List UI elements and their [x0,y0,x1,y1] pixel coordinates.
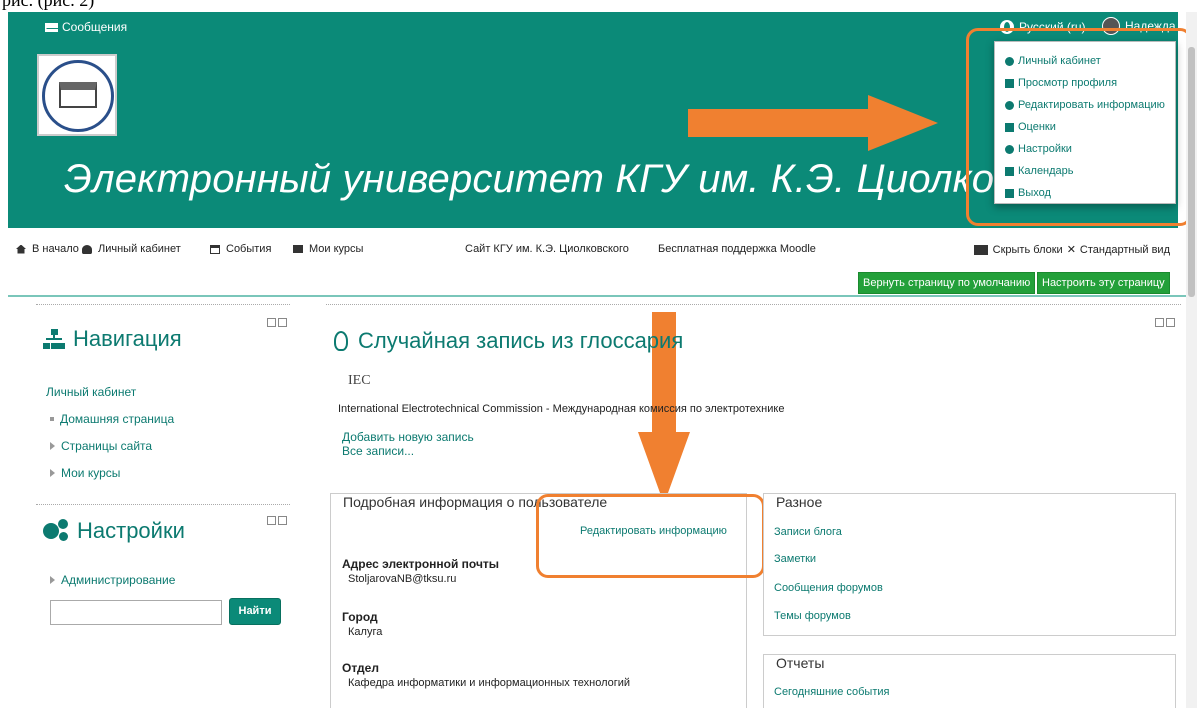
reports-title: Отчеты [776,655,825,671]
briefcase-icon [293,245,303,253]
dock-icon[interactable] [1166,318,1175,327]
nav-dashboard-label: Личный кабинет [98,243,181,255]
gears-icon [43,519,69,543]
reports-panel: Отчеты [763,654,1176,708]
annotation-highlight-menu [966,28,1192,226]
nav-home[interactable]: В начало [16,243,79,255]
department-value: Кафедра информатики и информационных тех… [348,677,631,689]
nav-tree-site-pages[interactable]: Страницы сайта [46,432,174,459]
nav-moodle-support-label: Бесплатная поддержка Moodle [658,243,816,255]
navbar-divider [8,295,1186,297]
navigation-block-title: Навигация [43,326,182,352]
lightbulb-icon [334,331,348,351]
dock-icon[interactable] [278,516,287,525]
department-label: Отдел [342,661,379,675]
navigation-block-controls[interactable] [267,318,287,328]
settings-search-input[interactable] [50,600,222,625]
navigation-tree: Личный кабинет Домашняя страница Страниц… [46,378,174,486]
site-title: Электронный университет КГУ им. К.Э. Цио… [64,157,1119,201]
nav-tree-dashboard[interactable]: Личный кабинет [46,378,174,405]
settings-tree: Администрирование [46,566,175,593]
indent-icon [973,244,988,255]
nav-my-courses[interactable]: Мои курсы [293,243,363,255]
expand-arrow-icon [50,468,55,477]
collapse-icon[interactable] [267,318,276,327]
glossary-block-title: Случайная запись из глоссария [334,328,683,354]
nav-tree-site-pages-label: Страницы сайта [61,438,153,453]
nav-moodle-support[interactable]: Бесплатная поддержка Moodle [658,243,816,255]
administration-label: Администрирование [61,572,176,587]
messages-link[interactable]: Сообщения [45,20,127,34]
settings-block-title: Настройки [43,518,185,544]
glossary-block-border [326,304,1181,305]
annotation-highlight-edit [536,494,765,578]
customize-page-button[interactable]: Настроить эту страницу [1037,272,1170,294]
email-label: Адрес электронной почты [342,557,500,571]
forum-topics-link[interactable]: Темы форумов [774,610,851,622]
nav-tree-my-courses-label: Мои курсы [61,465,121,480]
forum-posts-link[interactable]: Сообщения форумов [774,582,883,594]
notes-link[interactable]: Заметки [774,553,816,565]
city-value: Калуга [348,626,383,638]
nav-events-label: События [226,243,272,255]
city-label: Город [342,610,378,624]
collapse-icon[interactable] [1155,318,1164,327]
glossary-definition: International Electrotechnical Commissio… [338,403,785,415]
nav-my-courses-label: Мои курсы [309,243,364,255]
glossary-links: Добавить новую запись Все записи... [342,430,474,458]
glossary-block-controls[interactable] [1155,318,1175,328]
home-icon [16,244,26,254]
document-caption: рис. (рис. 2) [0,0,300,12]
glossary-term: IEC [348,373,371,388]
nav-view-controls: Скрыть блоки ✕ Стандартный вид [973,243,1170,257]
annotation-arrow-right [688,95,938,151]
nav-tree-home-label: Домашняя страница [60,411,175,426]
collapse-icon[interactable] [267,516,276,525]
nav-home-label: В начало [32,243,79,255]
misc-title: Разное [776,494,823,510]
caption-text: рис. (рис. 2) [2,0,95,10]
blog-entries-link[interactable]: Записи блога [774,526,842,538]
hide-blocks-label: Скрыть блоки [992,243,1063,256]
dashboard-icon [82,244,92,254]
page-scrollbar[interactable] [1186,12,1197,708]
sitemap-icon [43,329,65,349]
expand-arrow-icon [50,575,55,584]
messages-label: Сообщения [62,20,128,34]
todays-events-link[interactable]: Сегодняшние события [774,686,889,698]
logo-building-icon [59,82,97,108]
calendar-icon [210,244,220,254]
add-entry-link[interactable]: Добавить новую запись [342,430,474,444]
nav-tree-home[interactable]: Домашняя страница [46,405,174,432]
reset-page-button[interactable]: Вернуть страницу по умолчанию [858,272,1036,294]
nav-tree-dashboard-label: Личный кабинет [46,384,137,399]
expand-arrow-icon [50,441,55,450]
bullet-icon [50,416,54,421]
main-navbar: В начало Личный кабинет События Мои курс… [8,236,1178,264]
email-link[interactable]: StoljarovaNB@tksu.ru [348,573,456,585]
nav-university-site-label: Сайт КГУ им. К.Э. Циолковского [465,243,629,255]
glossary-title-text: Случайная запись из глоссария [358,328,684,353]
settings-block-controls[interactable] [267,516,287,526]
all-entries-link[interactable]: Все записи... [342,444,474,458]
scrollbar-thumb[interactable] [1188,47,1195,297]
nav-university-site[interactable]: Сайт КГУ им. К.Э. Циолковского [465,243,629,255]
search-button[interactable]: Найти [229,598,281,625]
university-logo[interactable] [37,54,117,136]
nav-events[interactable]: События [210,243,271,255]
standard-view-toggle[interactable]: ✕ Стандартный вид [1066,243,1170,257]
dock-icon[interactable] [278,318,287,327]
navigation-title-text: Навигация [73,326,182,351]
navigation-block-border [36,304,290,305]
envelope-icon [45,22,58,32]
compress-icon: ✕ [1066,244,1076,256]
settings-title-text: Настройки [77,518,185,543]
hide-blocks-toggle[interactable]: Скрыть блоки [973,243,1063,256]
nav-tree-my-courses[interactable]: Мои курсы [46,459,174,486]
settings-block-border [36,504,290,505]
settings-tree-administration[interactable]: Администрирование [46,566,175,593]
standard-view-label: Стандартный вид [1079,243,1170,256]
nav-dashboard[interactable]: Личный кабинет [82,243,181,255]
